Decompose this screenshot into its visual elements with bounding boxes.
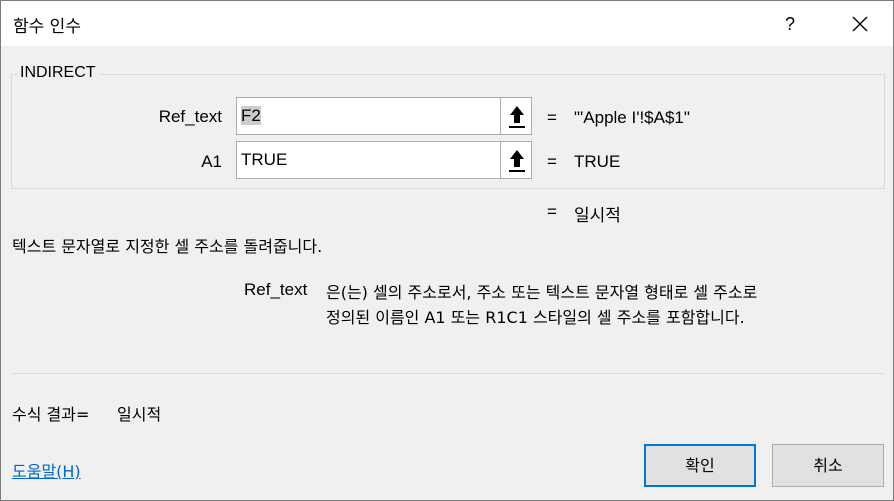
help-button[interactable]: ? — [771, 5, 809, 43]
param-help-line: 은(는) 셀의 주소로서, 주소 또는 텍스트 문자열 형태로 셀 주소로 — [326, 283, 758, 302]
arg-result-eq: = — [547, 152, 557, 171]
formula-result-value: 일시적 — [117, 405, 162, 424]
ref-text-collapse-button[interactable] — [500, 97, 532, 135]
param-help-text: 은(는) 셀의 주소로서, 주소 또는 텍스트 문자열 형태로 셀 주소로 정의… — [326, 280, 866, 330]
range-select-icon — [509, 106, 525, 128]
a1-input-value: TRUE — [241, 150, 288, 169]
dialog-title: 함수 인수 — [13, 17, 81, 37]
arg-label-ref-text: Ref_text — [158, 107, 222, 126]
function-name: INDIRECT — [17, 64, 99, 82]
range-select-icon — [509, 150, 525, 172]
arg-label-a1: A1 — [201, 152, 222, 171]
arg-result-ref-text: "'Apple I'!$A$1" — [574, 108, 690, 127]
help-link[interactable]: 도움말(H) — [12, 458, 81, 482]
function-arguments-dialog: 함수 인수 ? INDIRECT Ref_text F2 = "'Apple I… — [0, 0, 894, 501]
param-help-name: Ref_text — [244, 280, 308, 299]
title-bar: 함수 인수 ? — [1, 1, 893, 46]
function-description: 텍스트 문자열로 지정한 셀 주소를 돌려줍니다. — [12, 237, 323, 256]
close-icon — [852, 16, 868, 32]
formula-result-label: 수식 결과= — [12, 405, 90, 424]
divider — [11, 373, 885, 374]
param-help-line: 정의된 이름인 A1 또는 R1C1 스타일의 셀 주소를 포함합니다. — [326, 308, 745, 327]
a1-collapse-button[interactable] — [500, 141, 532, 179]
arg-result-a1: TRUE — [574, 152, 621, 171]
ref-text-input[interactable]: F2 — [236, 97, 532, 135]
close-button[interactable] — [841, 5, 879, 43]
function-result-value: 일시적 — [574, 206, 621, 225]
function-result-eq: = — [547, 202, 557, 221]
a1-input[interactable]: TRUE — [236, 141, 532, 179]
ok-button[interactable]: 확인 — [644, 444, 756, 487]
cancel-button[interactable]: 취소 — [772, 444, 884, 487]
arg-result-eq: = — [547, 108, 557, 127]
ref-text-input-value: F2 — [241, 106, 261, 125]
